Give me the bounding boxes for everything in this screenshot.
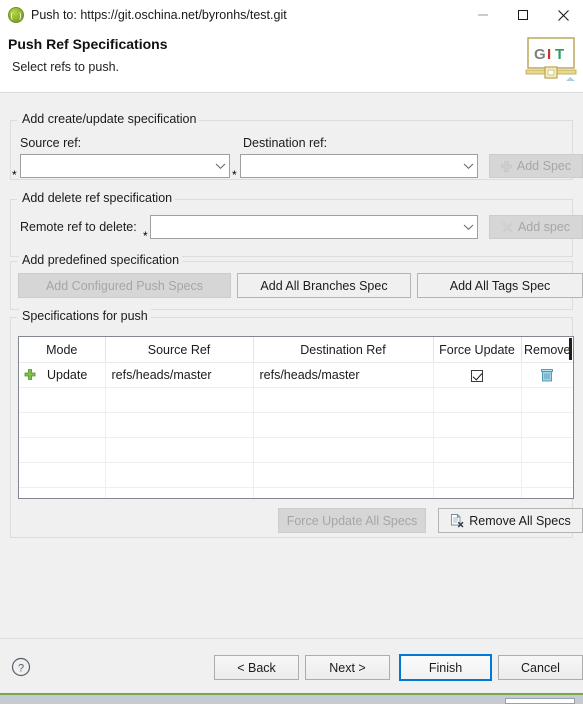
source-ref-label: Source ref: (20, 136, 82, 150)
add-spec-delete-button[interactable]: Add spec (489, 215, 583, 239)
destination-ref-combo[interactable] (240, 154, 478, 178)
delete-x-icon (501, 221, 513, 233)
add-plus-icon (500, 160, 513, 172)
add-all-branches-spec-label: Add All Branches Spec (260, 278, 388, 293)
trash-icon[interactable] (541, 368, 554, 382)
window-controls (463, 0, 583, 30)
cell-mode: Update (19, 362, 106, 388)
source-ref-combo[interactable] (20, 154, 230, 178)
finish-button-label: Finish (428, 660, 463, 675)
bottom-strip-nub (505, 698, 575, 704)
force-update-all-specs-label: Force Update All Specs (286, 513, 418, 528)
svg-text:?: ? (18, 663, 24, 675)
column-header-mode[interactable]: Mode (19, 337, 106, 363)
table-row[interactable]: Update refs/heads/master refs/heads/mast… (19, 362, 573, 388)
help-icon[interactable]: ? (11, 657, 31, 677)
dialog-header: Push Ref Specifications Select refs to p… (0, 30, 583, 93)
git-logo: G I T (525, 36, 577, 86)
window-titlebar: Push to: https://git.oschina.net/byronhs… (0, 0, 583, 30)
table-row-empty (19, 462, 573, 488)
remote-ref-to-delete-label: Remote ref to delete: (20, 220, 137, 234)
finish-button[interactable]: Finish (399, 654, 492, 681)
destination-ref-required-marker: * (232, 168, 237, 182)
add-spec-button-label: Add Spec (516, 159, 572, 173)
chevron-down-icon (459, 216, 477, 238)
add-all-tags-spec-label: Add All Tags Spec (449, 278, 551, 293)
destination-ref-label: Destination ref: (243, 136, 328, 150)
chevron-down-icon (459, 155, 477, 177)
add-predefined-legend: Add predefined specification (19, 253, 183, 267)
force-update-checkbox[interactable] (471, 369, 483, 382)
column-header-force-update[interactable]: Force Update (433, 337, 522, 363)
add-all-branches-spec-button[interactable]: Add All Branches Spec (237, 273, 411, 298)
svg-text:I: I (547, 46, 551, 63)
page-title: Push Ref Specifications (8, 36, 168, 52)
cell-mode-label: Update (47, 368, 88, 382)
add-delete-ref-legend: Add delete ref specification (19, 191, 176, 205)
push-ref-specifications-dialog: Push to: https://git.oschina.net/byronhs… (0, 0, 583, 704)
page-subtitle: Select refs to push. (12, 60, 120, 74)
remote-ref-required-marker: * (143, 229, 148, 243)
force-update-all-specs-button[interactable]: Force Update All Specs (278, 508, 426, 533)
git-repo-icon (8, 7, 24, 23)
dialog-footer: ? < Back Next > Finish Cancel (0, 638, 583, 694)
cancel-button-label: Cancel (521, 660, 560, 675)
cancel-button[interactable]: Cancel (498, 655, 583, 680)
column-resize-handle[interactable] (569, 338, 572, 360)
remove-all-specs-button[interactable]: Remove All Specs (438, 508, 583, 533)
svg-text:T: T (555, 46, 564, 63)
cell-destination-ref: refs/heads/master (253, 362, 434, 388)
dialog-body: Add create/update specification Source r… (0, 93, 583, 638)
next-button[interactable]: Next > (305, 655, 390, 680)
add-spec-delete-button-label: Add spec (517, 220, 571, 234)
add-configured-push-specs-label: Add Configured Push Specs (45, 278, 204, 293)
back-button[interactable]: < Back (214, 655, 299, 680)
window-bottom-strip (0, 695, 583, 704)
maximize-icon[interactable] (503, 0, 543, 30)
add-create-update-legend: Add create/update specification (19, 112, 200, 126)
add-plus-icon (24, 369, 36, 381)
remove-document-icon (450, 513, 464, 528)
cell-remove[interactable] (521, 362, 573, 388)
add-configured-push-specs-button[interactable]: Add Configured Push Specs (18, 273, 231, 298)
table-row-empty (19, 487, 573, 498)
source-ref-required-marker: * (12, 168, 17, 182)
minimize-icon[interactable] (463, 0, 503, 30)
add-all-tags-spec-button[interactable]: Add All Tags Spec (417, 273, 583, 298)
table-row-empty (19, 387, 573, 413)
table-header-row: Mode Source Ref Destination Ref Force Up… (19, 337, 573, 363)
specifications-table-inner: Mode Source Ref Destination Ref Force Up… (19, 337, 573, 498)
remove-all-specs-label: Remove All Specs (469, 513, 571, 528)
cell-source-ref: refs/heads/master (105, 362, 254, 388)
column-header-destination-ref[interactable]: Destination Ref (253, 337, 434, 363)
window-title: Push to: https://git.oschina.net/byronhs… (31, 8, 287, 22)
back-button-label: < Back (237, 660, 276, 675)
column-header-remove[interactable]: Remove (521, 337, 573, 363)
svg-text:G: G (534, 46, 546, 63)
remote-ref-to-delete-combo[interactable] (150, 215, 478, 239)
column-header-source-ref[interactable]: Source Ref (105, 337, 254, 363)
cell-force-update[interactable] (433, 362, 522, 388)
chevron-down-icon (211, 155, 229, 177)
table-row-empty (19, 437, 573, 463)
table-row-empty (19, 412, 573, 438)
close-icon[interactable] (543, 0, 583, 30)
add-spec-button[interactable]: Add Spec (489, 154, 583, 178)
specifications-table[interactable]: Mode Source Ref Destination Ref Force Up… (18, 336, 574, 499)
specifications-for-push-legend: Specifications for push (19, 309, 151, 323)
next-button-label: Next > (329, 660, 366, 675)
